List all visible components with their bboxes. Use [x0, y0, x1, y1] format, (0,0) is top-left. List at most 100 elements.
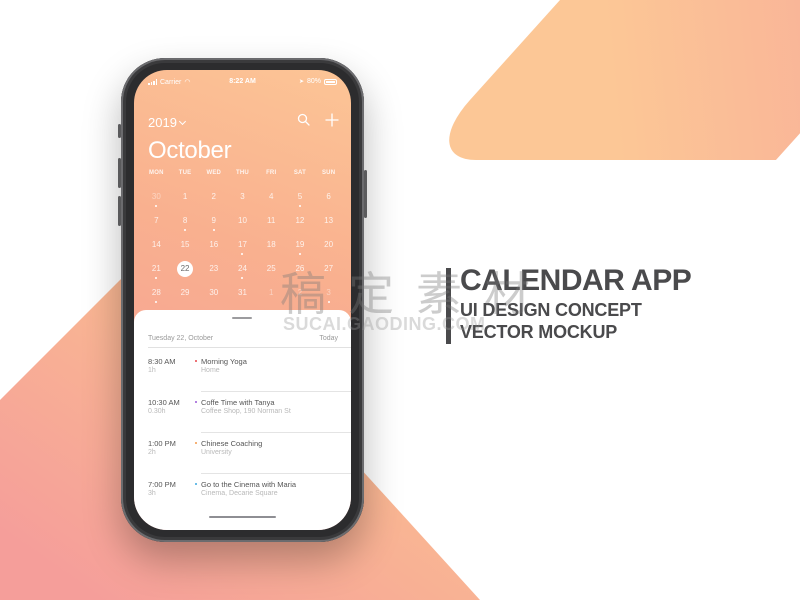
status-bar: Carrier ◠ 8:22 AM ➤ 80%	[134, 77, 351, 89]
calendar-day[interactable]: 2	[199, 188, 228, 212]
volume-down-button	[118, 196, 121, 226]
day-number: 12	[295, 216, 305, 225]
event-color-dot	[195, 401, 197, 403]
event-title: Coffe Time with Tanya	[201, 398, 275, 407]
calendar-day[interactable]: 24	[228, 260, 257, 284]
calendar-day[interactable]: 8	[171, 212, 200, 236]
calendar-day[interactable]: 6	[314, 188, 343, 212]
event-location: University	[201, 449, 232, 456]
agenda-sheet: Tuesday 22, October Today 8:30 AM 1h Mor…	[134, 310, 351, 530]
calendar-day[interactable]: 4	[257, 188, 286, 212]
calendar-day[interactable]: 16	[199, 236, 228, 260]
weekday-label: THU	[236, 170, 249, 176]
watermark-url: SUCAI.GAODING.COM	[283, 314, 486, 334]
day-number: 7	[154, 216, 159, 225]
calendar-day[interactable]: 10	[228, 212, 257, 236]
event-item[interactable]: 1:00 PM 2h Chinese Coaching University	[134, 434, 351, 475]
event-duration: 1h	[148, 367, 156, 374]
event-duration: 3h	[148, 490, 156, 497]
event-time: 1:00 PM	[148, 439, 176, 448]
event-indicator-dot	[155, 301, 158, 303]
event-color-dot	[195, 360, 197, 362]
calendar-day[interactable]: 19	[286, 236, 315, 260]
event-indicator-dot	[241, 253, 244, 255]
calendar-day[interactable]: 14	[142, 236, 171, 260]
calendar-day[interactable]: 7	[142, 212, 171, 236]
calendar-day[interactable]: 28	[142, 284, 171, 308]
calendar-day[interactable]: 29	[171, 284, 200, 308]
calendar-day[interactable]: 17	[228, 236, 257, 260]
day-number: 30	[151, 192, 161, 201]
day-number: 1	[268, 288, 274, 297]
day-number: 13	[324, 216, 334, 225]
day-number: 9	[211, 216, 216, 225]
calendar-day[interactable]: 15	[171, 236, 200, 260]
event-indicator-dot	[241, 277, 244, 279]
day-number: 8	[182, 216, 188, 225]
calendar-day[interactable]: 20	[314, 236, 343, 260]
day-number: 2	[211, 192, 216, 201]
year-selector[interactable]: 2019	[148, 115, 186, 130]
event-item[interactable]: 7:00 PM 3h Go to the Cinema with Maria C…	[134, 475, 351, 516]
calendar-day[interactable]: 11	[257, 212, 286, 236]
calendar-day[interactable]: 31	[228, 284, 257, 308]
day-number: 16	[209, 240, 219, 249]
day-number: 22	[177, 261, 194, 277]
calendar-day[interactable]: 30	[199, 284, 228, 308]
event-indicator-dot	[155, 277, 158, 279]
event-location: Cinema, Decarie Square	[201, 490, 278, 497]
event-color-dot	[195, 442, 197, 444]
day-number: 5	[297, 192, 303, 201]
calendar-day[interactable]: 3	[228, 188, 257, 212]
chevron-down-icon	[178, 117, 186, 125]
calendar-day[interactable]: 5	[286, 188, 315, 212]
event-duration: 0.30h	[148, 408, 166, 415]
weekday-label: WED	[206, 170, 222, 176]
home-indicator[interactable]	[209, 516, 276, 518]
day-number: 18	[266, 240, 276, 249]
event-indicator-dot	[184, 229, 187, 231]
battery-icon	[324, 78, 337, 85]
event-item[interactable]: 10:30 AM 0.30h Coffe Time with Tanya Cof…	[134, 393, 351, 434]
today-button[interactable]: Today	[319, 335, 338, 342]
event-indicator-dot	[298, 205, 301, 207]
day-number: 3	[240, 192, 245, 201]
divider	[201, 391, 351, 392]
power-button	[364, 170, 367, 218]
divider	[201, 473, 351, 474]
weekday-label: FRI	[266, 170, 277, 176]
calendar-day[interactable]: 9	[199, 212, 228, 236]
search-button[interactable]	[296, 112, 312, 128]
event-indicator-dot	[155, 205, 158, 207]
calendar-day[interactable]: 18	[257, 236, 286, 260]
sheet-grabber-handle[interactable]	[232, 317, 252, 319]
day-number: 10	[238, 216, 247, 225]
add-event-button[interactable]	[324, 112, 340, 128]
day-number: 6	[326, 192, 331, 201]
volume-up-button	[118, 158, 121, 188]
day-number: 15	[180, 240, 190, 249]
day-number: 31	[238, 288, 247, 297]
event-indicator-dot	[298, 253, 301, 255]
event-item[interactable]: 8:30 AM 1h Morning Yoga Home	[134, 352, 351, 393]
calendar-day[interactable]: 1	[171, 188, 200, 212]
event-time: 10:30 AM	[148, 398, 180, 407]
event-title: Chinese Coaching	[201, 439, 263, 448]
day-number: 29	[180, 288, 190, 297]
calendar-day[interactable]: 21	[142, 260, 171, 284]
event-title: Go to the Cinema with Maria	[201, 480, 297, 489]
day-number: 21	[151, 264, 161, 273]
location-arrow-icon: ➤	[298, 79, 304, 85]
calendar-day[interactable]: 23	[199, 260, 228, 284]
calendar-day[interactable]: 13	[314, 212, 343, 236]
calendar-day[interactable]: 30	[142, 188, 171, 212]
event-location: Coffee Shop, 190 Norman St	[201, 408, 291, 415]
calendar-day-selected[interactable]: 22	[171, 260, 200, 284]
event-location: Home	[201, 367, 220, 374]
plus-icon	[325, 113, 339, 127]
event-duration: 2h	[148, 449, 156, 456]
year-label: 2019	[148, 115, 177, 130]
calendar-day[interactable]: 12	[286, 212, 315, 236]
weekday-label: MON	[149, 170, 164, 176]
day-number: 19	[295, 240, 305, 249]
